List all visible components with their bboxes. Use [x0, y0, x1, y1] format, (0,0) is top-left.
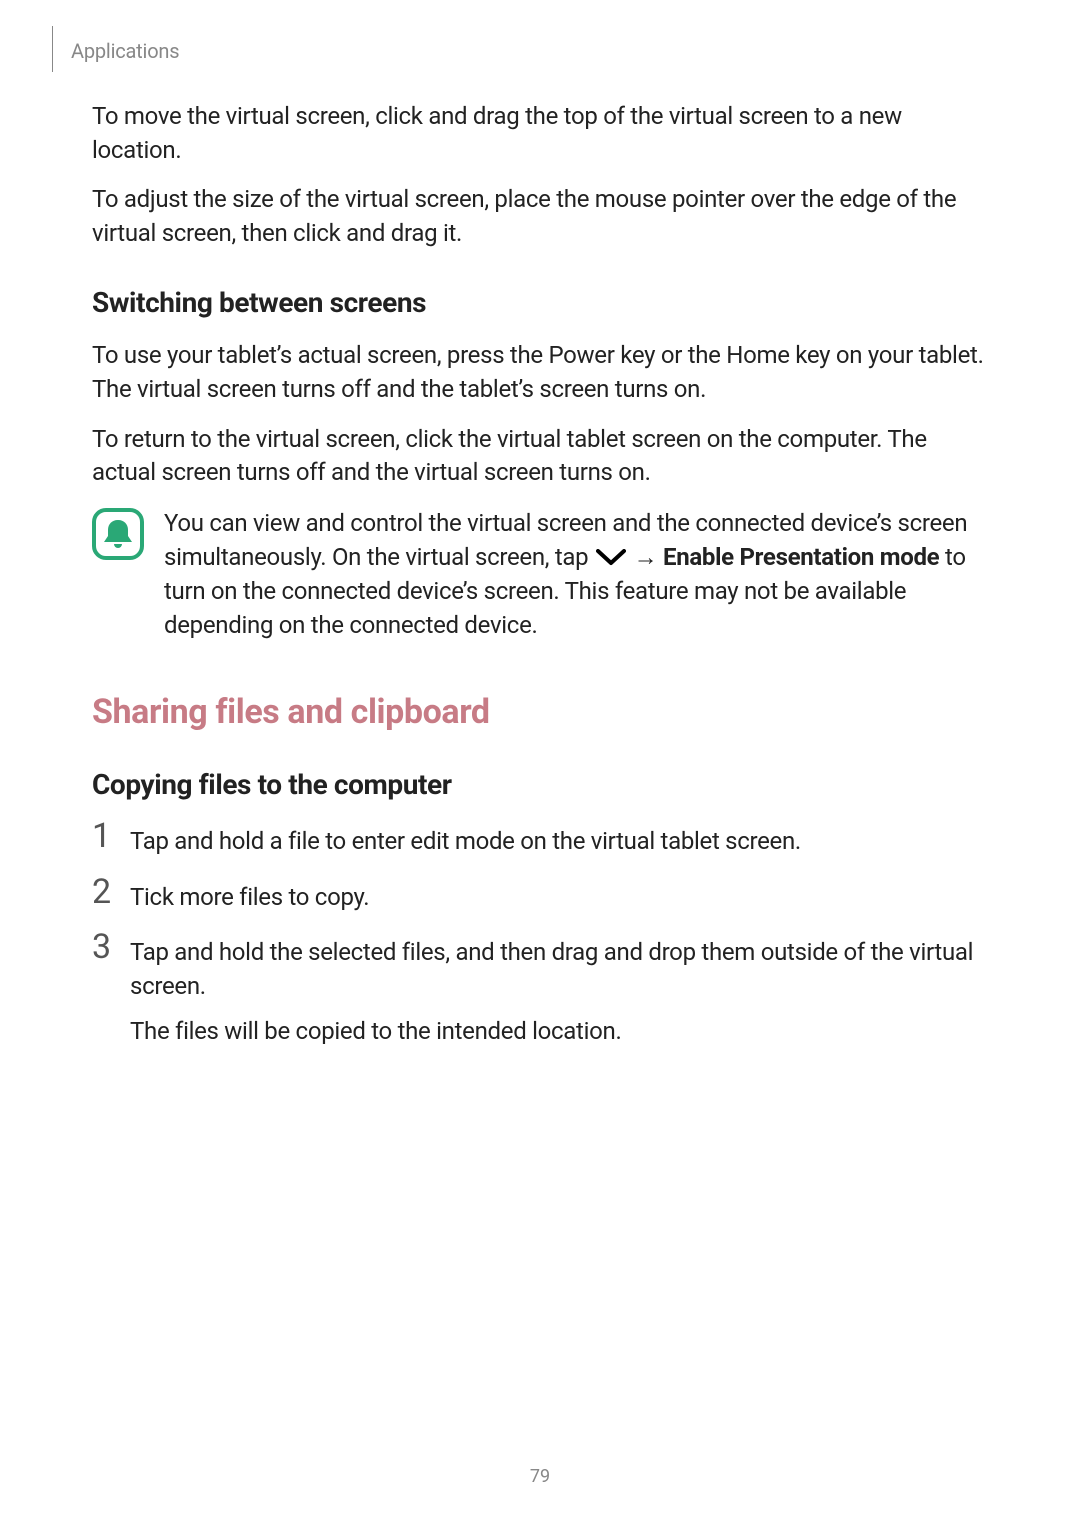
heading-copying-files: Copying files to the computer	[92, 768, 988, 801]
page-number: 79	[0, 1466, 1080, 1487]
note-arrow: →	[628, 543, 663, 571]
note-text: You can view and control the virtual scr…	[164, 506, 988, 642]
step-number: 3	[92, 930, 112, 964]
step-text-line: Tap and hold the selected files, and the…	[130, 936, 988, 1003]
step-1: 1 Tap and hold a file to enter edit mode…	[92, 821, 988, 859]
step-number: 1	[92, 819, 112, 853]
paragraph: To adjust the size of the virtual screen…	[92, 183, 988, 250]
paragraph: To return to the virtual screen, click t…	[92, 423, 988, 490]
step-text: Tap and hold the selected files, and the…	[130, 932, 988, 1061]
step-number: 2	[92, 875, 112, 909]
page-content: To move the virtual screen, click and dr…	[92, 100, 988, 1079]
chevron-down-icon	[596, 549, 626, 567]
step-text-line: The files will be copied to the intended…	[130, 1015, 988, 1049]
step-text: Tap and hold a file to enter edit mode o…	[130, 821, 988, 859]
note-bold: Enable Presentation mode	[663, 543, 939, 571]
step-text: Tick more files to copy.	[130, 877, 988, 915]
step-2: 2 Tick more files to copy.	[92, 877, 988, 915]
page-header: Applications	[52, 26, 179, 72]
header-rule	[52, 26, 53, 72]
paragraph: To use your tablet’s actual screen, pres…	[92, 339, 988, 406]
paragraph: To move the virtual screen, click and dr…	[92, 100, 988, 167]
heading-sharing-files: Sharing files and clipboard	[92, 692, 988, 732]
note-block: You can view and control the virtual scr…	[92, 506, 988, 642]
bell-note-icon	[92, 508, 144, 560]
heading-switching-screens: Switching between screens	[92, 286, 988, 319]
header-section-label: Applications	[71, 39, 179, 63]
step-3: 3 Tap and hold the selected files, and t…	[92, 932, 988, 1061]
